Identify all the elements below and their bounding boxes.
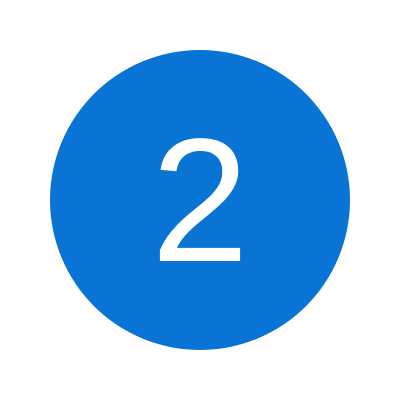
badge-number: 2 xyxy=(151,103,249,299)
number-badge: 2 xyxy=(50,50,350,350)
canvas: 2 xyxy=(0,0,400,400)
